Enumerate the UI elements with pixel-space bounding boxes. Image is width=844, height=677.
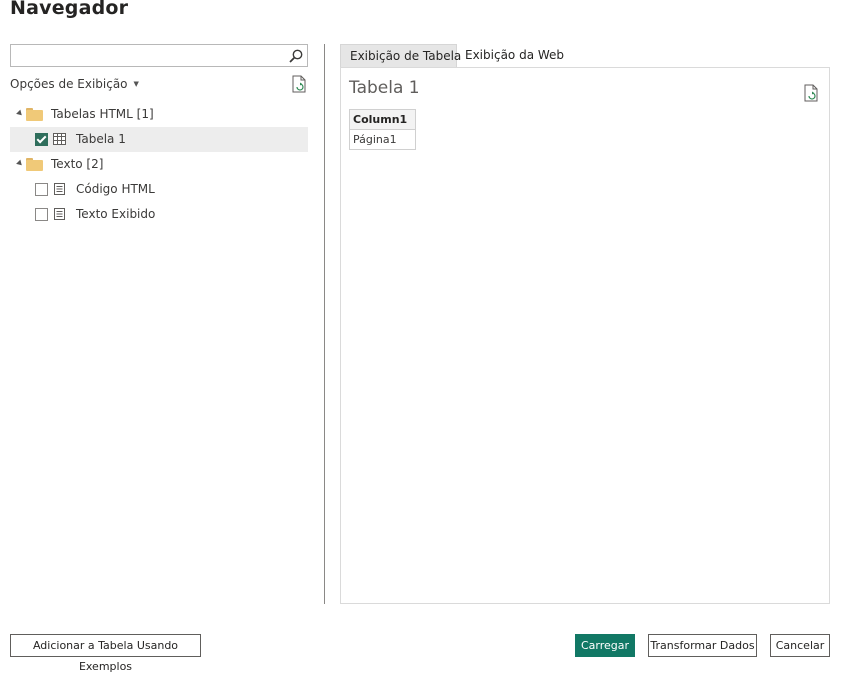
- document-icon: [54, 208, 65, 220]
- pane-divider[interactable]: [324, 44, 325, 604]
- search-icon[interactable]: [288, 48, 304, 64]
- texto-exibido-checkbox[interactable]: [35, 208, 48, 221]
- chevron-down-icon: ▼: [133, 80, 139, 88]
- refresh-icon[interactable]: [291, 75, 307, 93]
- search-input[interactable]: [11, 45, 289, 67]
- preview-table: Column1 Página1: [349, 109, 416, 150]
- collapse-triangle-icon[interactable]: [16, 109, 24, 118]
- tree-folder-tabelas-html[interactable]: Tabelas HTML [1]: [10, 102, 308, 127]
- navigator-tree: Tabelas HTML [1] Tabela 1 Texto [2] Códi…: [10, 102, 308, 227]
- tree-item-label: Texto Exibido: [76, 207, 156, 221]
- folder-icon: [26, 108, 43, 121]
- table-icon: [53, 133, 66, 145]
- column-header[interactable]: Column1: [349, 109, 416, 130]
- refresh-icon[interactable]: [803, 84, 819, 102]
- document-icon: [54, 183, 65, 195]
- transform-data-button[interactable]: Transformar Dados: [648, 634, 757, 657]
- load-button[interactable]: Carregar: [575, 634, 635, 657]
- tab-table-view[interactable]: Exibição de Tabela: [340, 44, 461, 67]
- table-cell: Página1: [349, 129, 416, 150]
- window-title: Navegador: [10, 0, 129, 19]
- tree-folder-label: Texto [2]: [51, 157, 104, 171]
- tree-folder-label: Tabelas HTML [1]: [51, 107, 154, 121]
- add-table-using-examples-button[interactable]: Adicionar a Tabela Usando Exemplos: [10, 634, 201, 673]
- cancel-button[interactable]: Cancelar: [770, 634, 830, 657]
- tree-item-label: Tabela 1: [76, 132, 126, 146]
- tabela-1-checkbox[interactable]: [35, 133, 48, 146]
- tree-item-texto-exibido[interactable]: Texto Exibido: [10, 202, 308, 227]
- view-options-dropdown[interactable]: Opções de Exibição ▼: [10, 77, 139, 91]
- view-options-label: Opções de Exibição: [10, 77, 128, 91]
- preview-panel: Tabela 1 Column1 Página1: [340, 67, 830, 604]
- codigo-html-checkbox[interactable]: [35, 183, 48, 196]
- table-row: Página1: [349, 129, 416, 150]
- tree-item-tabela-1[interactable]: Tabela 1: [10, 127, 308, 152]
- search-box[interactable]: [10, 44, 308, 67]
- folder-icon: [26, 158, 43, 171]
- tab-web-view[interactable]: Exibição da Web: [456, 44, 573, 67]
- preview-title: Tabela 1: [349, 78, 420, 98]
- tree-folder-texto[interactable]: Texto [2]: [10, 152, 308, 177]
- tree-item-codigo-html[interactable]: Código HTML: [10, 177, 308, 202]
- tree-item-label: Código HTML: [76, 182, 155, 196]
- collapse-triangle-icon[interactable]: [16, 159, 24, 168]
